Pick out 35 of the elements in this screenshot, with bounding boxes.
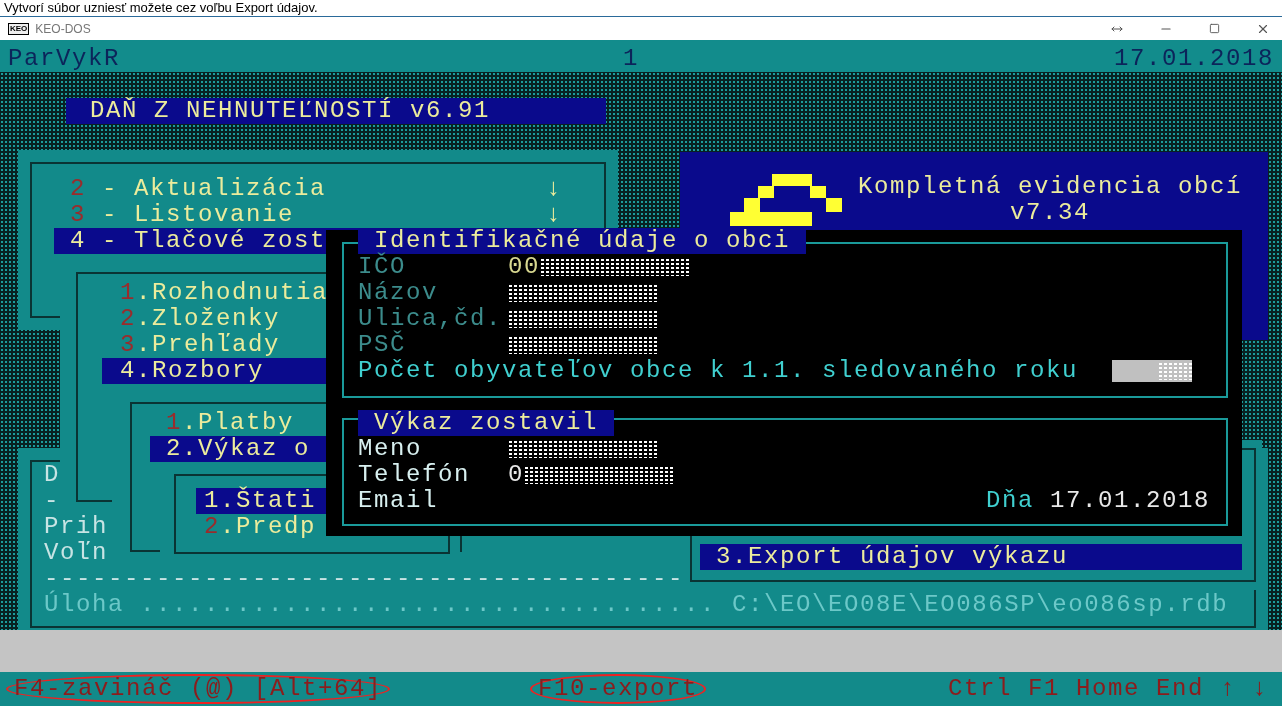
panel-text: Voľn [44, 540, 108, 566]
field-label: Názov [358, 280, 439, 306]
date-value: 17.01.2018 [1049, 488, 1210, 514]
caption-text: Vytvorí súbor uzniesť možete cez voľbu Export údajov. [3, 0, 319, 16]
info-version: v7.34 [1010, 200, 1091, 226]
field-label: Meno [358, 436, 423, 462]
field-label: IČO [358, 254, 407, 280]
page-number: 1 [623, 46, 640, 72]
app-title: DAŇ Z NEHNUTEĽNOSTÍ v6.91 [66, 98, 606, 124]
key-hint: Ctrl F1 Home End ↑ ↓ [946, 674, 1269, 704]
panel-text: ---------------------------------------- [44, 566, 685, 592]
window-title: KEO-DOS [35, 20, 91, 38]
menu-item[interactable]: 3 - Listovanie ↓ [54, 202, 584, 228]
program-name: ParVykR [8, 46, 122, 72]
field-label: PSČ [358, 332, 406, 358]
menu-item[interactable]: 3.Export údajov výkazu [700, 544, 1242, 570]
date-label: Dňa [985, 488, 1034, 514]
field-value: 00 [508, 254, 540, 280]
key-hint: F4-zavináč (@) [Alt+64] [6, 674, 391, 704]
info-title: Kompletná evidencia obcí [858, 174, 1243, 200]
section-title: Výkaz zostavil [358, 410, 615, 436]
panel-text: Prih [44, 514, 108, 540]
field-label: Ulica,čd. [358, 306, 504, 332]
menu-item[interactable]: 2 - Aktualizácia ↓ [54, 176, 584, 202]
task-path-line: Úloha .................................... C:\EO\EO08E\EO086SP\eo086sp.rdb [44, 592, 1229, 618]
key-hint: F10-export [530, 674, 707, 704]
maximize-icon[interactable] [1209, 23, 1220, 34]
field-value: 0 [508, 462, 524, 488]
field-label: Email [358, 488, 439, 514]
panel-text: - [44, 488, 60, 514]
app-logo: KEO [8, 22, 30, 35]
header-date: 17.01.2018 [1112, 46, 1274, 72]
population-field[interactable] [1112, 360, 1193, 382]
field-label: Telefón [358, 462, 472, 488]
panel-text: D [44, 462, 60, 488]
